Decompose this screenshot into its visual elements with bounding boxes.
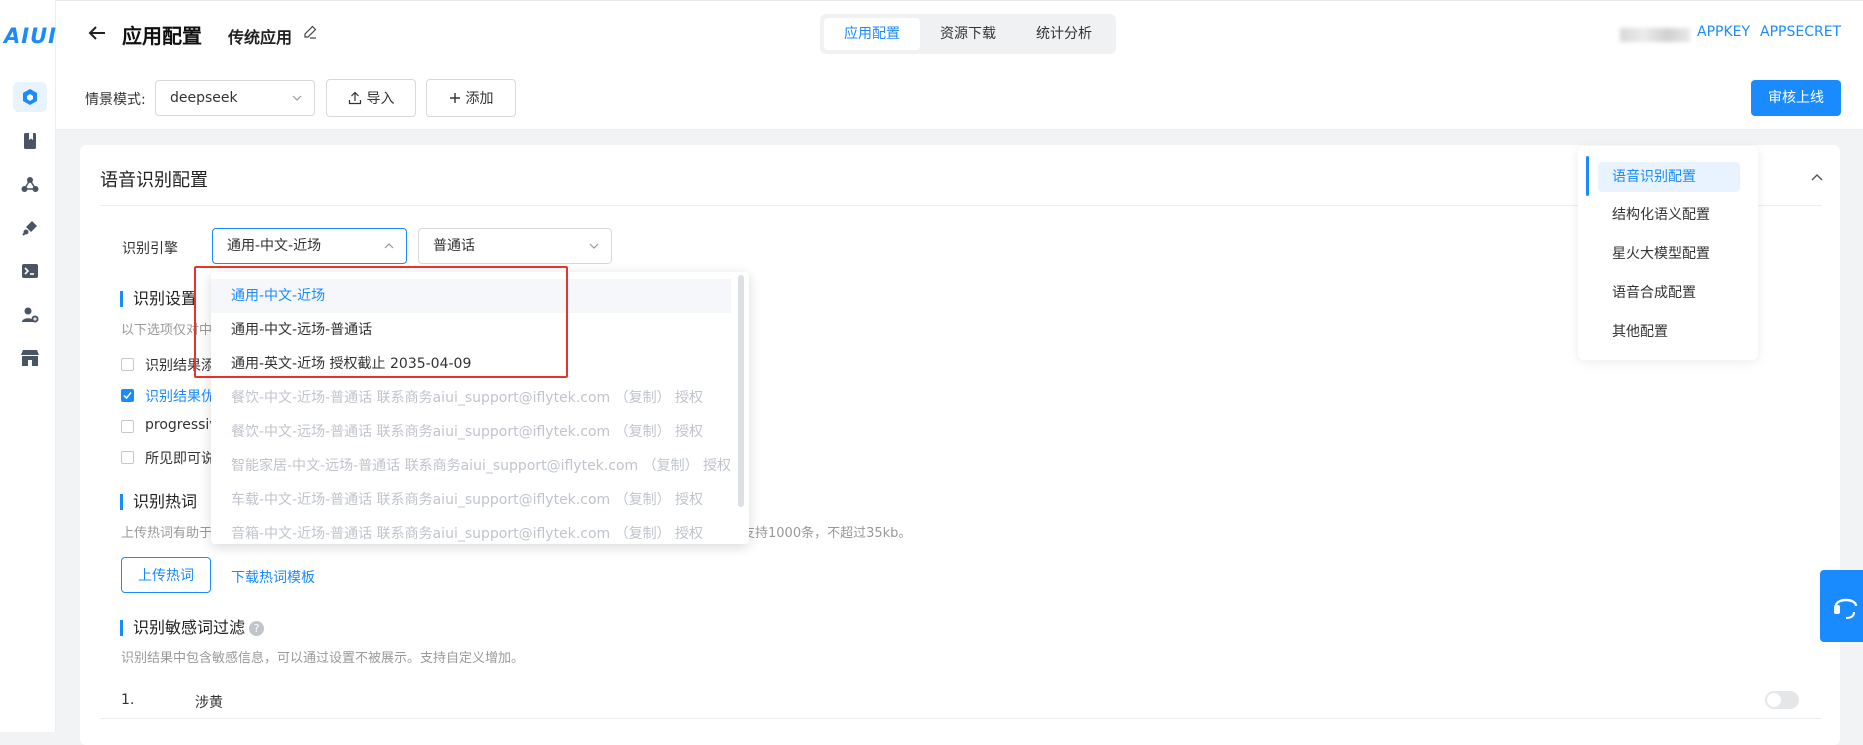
- sensitive-description: 识别结果中包含敏感信息，可以通过设置不被展示。支持自定义增加。: [121, 651, 525, 666]
- sensitive-heading: 识别敏感词过滤: [120, 620, 245, 636]
- tab-resource-download[interactable]: 资源下载: [920, 18, 1016, 50]
- dropdown-option-disabled: 车载-中文-近场-普通话 联系商务aiui_support@iflytek.co…: [231, 492, 704, 508]
- sensitive-row-index: 1.: [121, 692, 135, 708]
- anchor-item-llm[interactable]: 星火大模型配置: [1598, 239, 1740, 269]
- anchor-item-asr[interactable]: 语音识别配置: [1598, 162, 1740, 192]
- option-checkbox-3[interactable]: [121, 420, 134, 433]
- card-title: 语音识别配置: [100, 170, 208, 191]
- engine-select-value: 通用-中文-近场: [227, 238, 322, 254]
- hotword-heading: 识别热词: [120, 494, 197, 510]
- help-question-icon[interactable]: ?: [249, 621, 264, 636]
- check-icon: [123, 392, 132, 400]
- import-button[interactable]: 导入: [326, 79, 416, 117]
- add-button[interactable]: 添加: [426, 79, 516, 117]
- add-button-label: 添加: [465, 91, 494, 107]
- option-label-2: 识别结果优: [145, 389, 215, 405]
- submit-review-button[interactable]: 审核上线: [1751, 80, 1841, 116]
- upload-icon: [348, 91, 361, 105]
- upload-hotword-button[interactable]: 上传热词: [121, 557, 211, 593]
- card-divider: [100, 205, 1822, 206]
- edit-icon[interactable]: [303, 25, 317, 43]
- headset-icon: [1834, 598, 1858, 619]
- appkey-link[interactable]: APPKEY: [1697, 24, 1750, 40]
- chevron-up-icon: [384, 243, 394, 249]
- settings-heading: 识别设置: [120, 291, 197, 307]
- download-template-link[interactable]: 下载热词模板: [231, 567, 315, 587]
- dropdown-option-disabled: 智能家居-中文-远场-普通话 联系商务aiui_support@iflytek.…: [231, 458, 732, 474]
- terminal-icon[interactable]: [13, 256, 47, 286]
- engine-select[interactable]: 通用-中文-近场: [212, 228, 407, 264]
- hotword-description-tail: 支持1000条，不超过35kb。: [742, 526, 912, 541]
- sensitive-row-label: 涉黄: [195, 695, 223, 711]
- nodes-icon[interactable]: [13, 170, 47, 200]
- dropdown-option-disabled: 餐饮-中文-远场-普通话 联系商务aiui_support@iflytek.co…: [231, 424, 704, 440]
- header-tab-group: 应用配置 资源下载 统计分析: [820, 14, 1116, 54]
- anchor-item-tts[interactable]: 语音合成配置: [1598, 278, 1740, 308]
- dropdown-option-disabled: 音箱-中文-近场-普通话 联系商务aiui_support@iflytek.co…: [231, 526, 704, 542]
- bookmark-icon[interactable]: [13, 126, 47, 156]
- plus-icon: [449, 93, 460, 103]
- tab-statistics[interactable]: 统计分析: [1016, 18, 1112, 50]
- scene-select[interactable]: deepseek: [155, 80, 315, 116]
- back-arrow-icon[interactable]: [88, 22, 106, 46]
- option-label-4: 所见即可说: [145, 451, 215, 467]
- dropdown-option-disabled: 餐饮-中文-近场-普通话 联系商务aiui_support@iflytek.co…: [231, 390, 704, 406]
- anchor-active-bar: [1586, 156, 1589, 196]
- app-logo[interactable]: AIUI: [4, 24, 56, 48]
- option-checkbox-1[interactable]: [121, 358, 134, 371]
- chevron-down-icon: [292, 95, 302, 101]
- anchor-item-nlu[interactable]: 结构化语义配置: [1598, 200, 1740, 230]
- scene-select-value: deepseek: [170, 90, 238, 106]
- plug-icon[interactable]: [13, 213, 47, 243]
- app-name: 传统应用: [228, 28, 293, 47]
- dialect-select[interactable]: 普通话: [418, 228, 612, 264]
- chevron-down-icon: [589, 243, 599, 249]
- dropdown-scrollbar[interactable]: [738, 275, 744, 507]
- row-divider: [100, 718, 1822, 719]
- user-add-icon[interactable]: [13, 300, 47, 330]
- appsecret-link[interactable]: APPSECRET: [1760, 24, 1841, 40]
- highlight-box: [194, 266, 568, 378]
- blurred-app-id: [1620, 28, 1690, 42]
- sensitive-toggle[interactable]: [1765, 691, 1799, 709]
- chevron-up-icon[interactable]: [1810, 170, 1824, 186]
- hotword-description: 上传热词有助于: [121, 526, 213, 541]
- engine-label: 识别引擎: [122, 241, 178, 257]
- cube-icon[interactable]: [13, 82, 47, 112]
- import-button-label: 导入: [366, 91, 395, 107]
- tab-app-config[interactable]: 应用配置: [824, 18, 920, 50]
- option-checkbox-2[interactable]: [121, 389, 134, 402]
- store-icon[interactable]: [13, 343, 47, 373]
- dialect-select-value: 普通话: [433, 238, 475, 254]
- option-label-3: progressiv: [145, 417, 218, 433]
- customer-service-button[interactable]: [1820, 570, 1863, 642]
- option-checkbox-4[interactable]: [121, 451, 134, 464]
- scene-label: 情景模式:: [85, 92, 146, 108]
- page-title: 应用配置: [122, 24, 202, 48]
- anchor-item-other[interactable]: 其他配置: [1598, 317, 1740, 347]
